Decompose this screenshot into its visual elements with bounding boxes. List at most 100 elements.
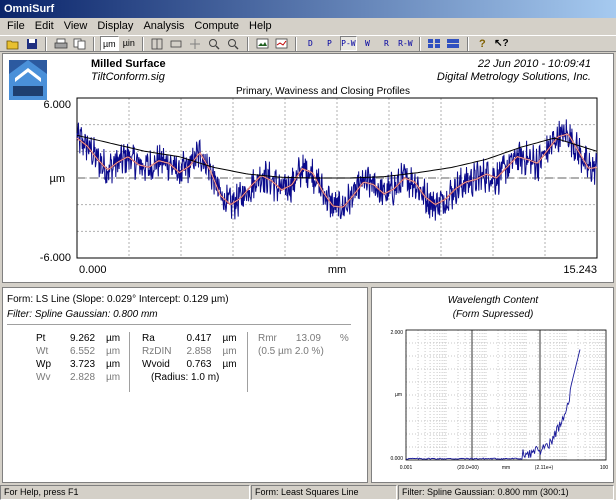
- toolbar: µm µin D P P-W W R R-W ? ↖?: [0, 35, 616, 52]
- profile-w-label: W: [364, 39, 370, 48]
- param-name: Rmr: [258, 333, 277, 344]
- layout-icon[interactable]: [426, 36, 443, 51]
- toolbar-separator: [418, 36, 421, 51]
- wavelength-ytick-bottom: 0.000: [390, 456, 403, 462]
- status-help: For Help, press F1: [0, 485, 250, 500]
- wavelength-xlabel-4: 100: [600, 465, 609, 471]
- profile-p-button[interactable]: P: [321, 36, 338, 51]
- wavelength-spectrum-line: [405, 349, 581, 460]
- param-row: Wv 2.828 µm: [33, 371, 123, 384]
- copy-icon[interactable]: [71, 36, 88, 51]
- params-col-divider: [247, 332, 248, 392]
- toolbar-separator: [141, 36, 144, 51]
- param-row: Wp 3.723 µm: [33, 358, 123, 371]
- param-row: Wt 6.552 µm: [33, 345, 123, 358]
- profile-rw-button[interactable]: R-W: [397, 36, 414, 51]
- window-title-bar: OmniSurf: [0, 0, 616, 18]
- context-help-icon[interactable]: ↖?: [493, 36, 510, 51]
- params-col-divider: [129, 332, 130, 392]
- profile-rw-label: R-W: [398, 39, 413, 48]
- param-note: (Radius: 1.0 m): [151, 372, 220, 383]
- menu-help[interactable]: Help: [244, 19, 277, 34]
- print-icon[interactable]: [52, 36, 69, 51]
- profile-d-button[interactable]: D: [302, 36, 319, 51]
- param-name: RzDIN: [142, 346, 172, 357]
- params-col-1: Pt 9.262 µm Wt 6.552 µm Wp 3.723 µm Wv 2.828 µm: [33, 332, 123, 384]
- wavelength-xlabel-1: (20.0+00): [457, 465, 479, 471]
- wavelength-chart[interactable]: Wavelength Content (Form Supressed) 2.00…: [372, 288, 613, 482]
- status-form: Form: Least Squares Line: [251, 485, 397, 500]
- profile-r-button[interactable]: R: [378, 36, 395, 51]
- open-folder-icon[interactable]: [4, 36, 21, 51]
- params-divider: [7, 324, 351, 325]
- wavelength-xlabel-2: mm: [502, 465, 510, 471]
- zoom-out-icon[interactable]: [225, 36, 242, 51]
- chart-icon[interactable]: [273, 36, 290, 51]
- parameters-panel: Form: LS Line (Slope: 0.029° Intercept: …: [2, 287, 368, 483]
- y-axis-label: µm: [49, 173, 65, 185]
- param-value: 6.552: [70, 346, 96, 357]
- profile-r-label: R: [383, 39, 389, 48]
- menu-file[interactable]: File: [2, 19, 30, 34]
- toolbar-separator: [246, 36, 249, 51]
- cursor-icon[interactable]: [149, 36, 166, 51]
- status-bar: For Help, press F1 Form: Least Squares L…: [0, 485, 616, 500]
- param-unit: µm: [106, 346, 121, 357]
- params-col-3: Rmr 13.09% (0.5 µm 2.0 %): [255, 332, 352, 358]
- profile-w-button[interactable]: W: [359, 36, 376, 51]
- chart-title: Primary, Waviness and Closing Profiles: [236, 86, 410, 97]
- unit-um-toggle[interactable]: µm: [100, 36, 119, 51]
- x-tick-left: 0.000: [79, 264, 107, 276]
- param-unit: µm: [106, 372, 121, 383]
- param-row: Wvoid 0.763 µm: [139, 358, 240, 371]
- window-title: OmniSurf: [4, 3, 55, 15]
- zoom-in-icon[interactable]: [206, 36, 223, 51]
- ruler-icon[interactable]: [168, 36, 185, 51]
- filter-info: Filter: Spline Gaussian: 0.800 mm: [7, 309, 158, 320]
- menu-edit[interactable]: Edit: [30, 19, 59, 34]
- param-row: Ra 0.417 µm: [139, 332, 240, 345]
- toolbar-separator: [466, 36, 469, 51]
- wavelength-panel: Wavelength Content (Form Supressed) 2.00…: [371, 287, 614, 483]
- param-name: Wvoid: [142, 359, 170, 370]
- crosshair-icon[interactable]: [187, 36, 204, 51]
- form-line-info: Form: LS Line (Slope: 0.029° Intercept: …: [7, 294, 229, 305]
- profile-d-label: D: [307, 39, 313, 48]
- param-value: 13.09: [295, 333, 321, 344]
- x-axis-label: mm: [328, 264, 346, 276]
- param-name: Pt: [36, 333, 46, 344]
- param-row: (Radius: 1.0 m): [139, 371, 240, 384]
- toolbar-separator: [45, 36, 47, 51]
- wavelength-ylabel: µm: [395, 392, 402, 398]
- save-icon[interactable]: [23, 36, 40, 51]
- layout-alt-icon[interactable]: [445, 36, 462, 51]
- unit-uin-toggle[interactable]: µin: [121, 36, 137, 51]
- wavelength-xlabel-3: (2.11e+): [535, 465, 554, 471]
- param-value: 0.763: [186, 359, 212, 370]
- toolbar-separator: [294, 36, 297, 51]
- param-note: (0.5 µm 2.0 %): [258, 346, 324, 357]
- param-name: Wt: [36, 346, 49, 357]
- param-unit: %: [339, 333, 349, 344]
- param-row: (0.5 µm 2.0 %): [255, 345, 352, 358]
- param-value: 3.723: [70, 359, 96, 370]
- menu-view[interactable]: View: [59, 19, 93, 34]
- help-icon[interactable]: ?: [474, 36, 491, 51]
- profile-p-label: P: [326, 39, 332, 48]
- param-unit: µm: [222, 333, 237, 344]
- x-tick-right: 15.243: [563, 264, 597, 276]
- param-unit: µm: [106, 333, 121, 344]
- y-tick-top: 6.000: [43, 99, 71, 111]
- menu-analysis[interactable]: Analysis: [138, 19, 189, 34]
- wavelength-ytick-top: 2.000: [390, 330, 403, 336]
- wavelength-xlabel-0: 0.001: [400, 465, 413, 471]
- param-name: Ra: [142, 333, 155, 344]
- profile-chart[interactable]: Primary, Waviness and Closing Profiles 6…: [3, 54, 613, 282]
- profile-pw-button[interactable]: P-W: [339, 36, 357, 51]
- image-icon[interactable]: [254, 36, 271, 51]
- profile-chart-panel: Milled Surface TiltConform.sig 22 Jun 20…: [2, 53, 614, 283]
- menu-display[interactable]: Display: [92, 19, 138, 34]
- menu-compute[interactable]: Compute: [189, 19, 244, 34]
- form-info: Form: LS Line (Slope: 0.029° Intercept: …: [7, 294, 229, 320]
- param-unit: µm: [222, 359, 237, 370]
